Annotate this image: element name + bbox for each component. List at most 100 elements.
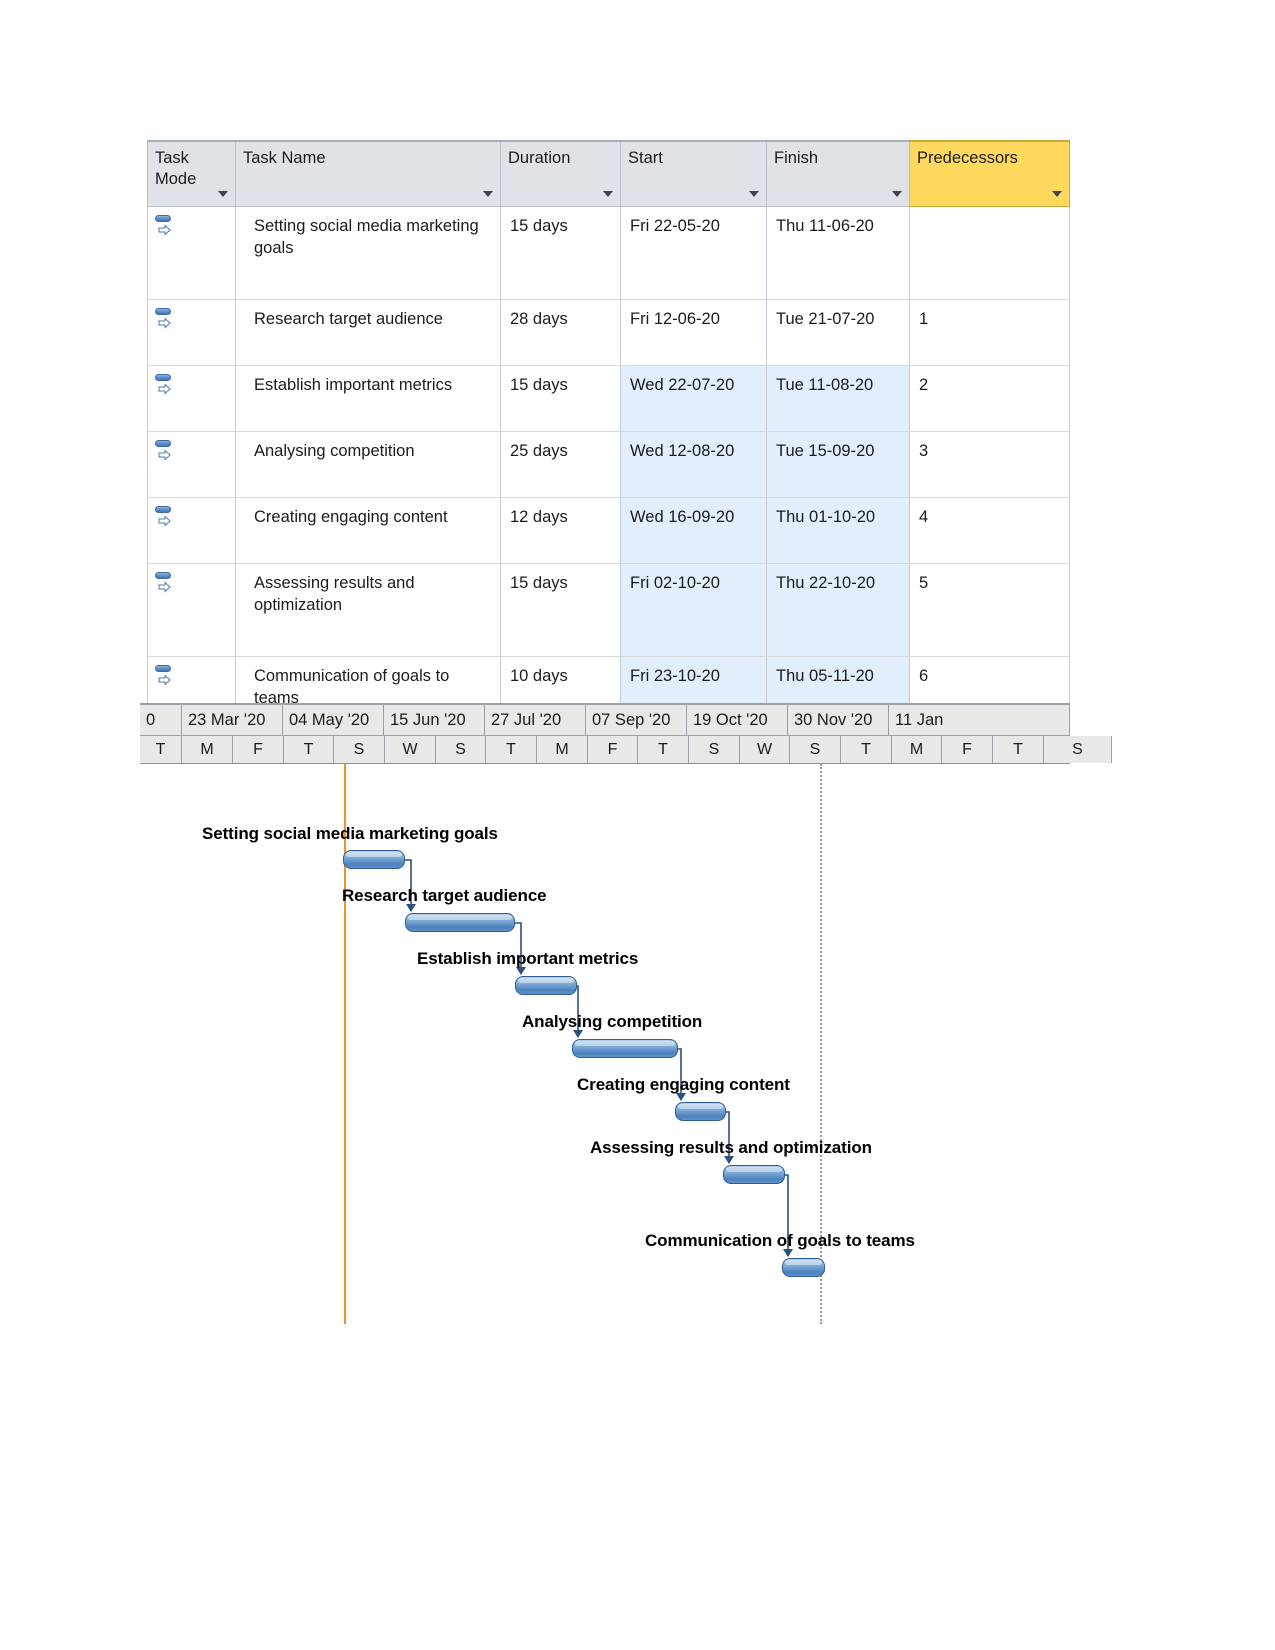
cell-task-mode[interactable] bbox=[147, 431, 236, 498]
gantt-bar-label: Assessing results and optimization bbox=[590, 1138, 872, 1157]
cell-task-name[interactable]: Setting social media marketing goals bbox=[235, 206, 501, 300]
cell-task-mode[interactable] bbox=[147, 497, 236, 564]
timeline-day-cell: S bbox=[1044, 736, 1112, 763]
timeline-week-cell: 30 Nov '20 bbox=[788, 705, 889, 735]
table-row[interactable]: Analysing competition 25 days Wed 12-08-20… bbox=[147, 431, 1070, 498]
gantt-bar-label: Creating engaging content bbox=[577, 1075, 790, 1094]
cell-finish[interactable]: Thu 11-06-20 bbox=[766, 206, 910, 300]
filter-arrow-icon-start[interactable] bbox=[749, 191, 759, 197]
column-header-predecessors[interactable]: Predecessors bbox=[909, 140, 1070, 207]
timeline-week-cell: 04 May '20 bbox=[283, 705, 384, 735]
cell-predecessors[interactable]: 5 bbox=[909, 563, 1070, 657]
cell-predecessors[interactable]: 3 bbox=[909, 431, 1070, 498]
gantt-bar[interactable] bbox=[343, 850, 405, 869]
cell-start[interactable]: Wed 16-09-20 bbox=[620, 497, 767, 564]
column-header-duration[interactable]: Duration bbox=[500, 140, 621, 207]
auto-schedule-icon bbox=[154, 373, 176, 399]
today-marker-line bbox=[344, 764, 346, 1324]
gantt-bar[interactable] bbox=[405, 913, 515, 932]
cell-finish[interactable]: Tue 11-08-20 bbox=[766, 365, 910, 432]
gantt-bar[interactable] bbox=[675, 1102, 726, 1121]
cell-duration[interactable]: 25 days bbox=[500, 431, 621, 498]
auto-schedule-icon bbox=[154, 505, 176, 531]
column-header-finish-label: Finish bbox=[774, 149, 819, 167]
table-row[interactable]: Assessing results and optimization 15 day… bbox=[147, 563, 1070, 657]
cell-start[interactable]: Fri 02-10-20 bbox=[620, 563, 767, 657]
timeline-day-cell: M bbox=[182, 736, 233, 763]
cell-task-name[interactable]: Research target audience bbox=[235, 299, 501, 366]
cell-predecessors[interactable]: 4 bbox=[909, 497, 1070, 564]
gantt-bar-label: Research target audience bbox=[342, 886, 547, 905]
column-header-finish[interactable]: Finish bbox=[766, 140, 910, 207]
column-header-task-mode[interactable]: Task Mode bbox=[147, 140, 236, 207]
gantt-bar-label: Communication of goals to teams bbox=[645, 1231, 915, 1250]
timeline-day-cell: T bbox=[486, 736, 537, 763]
timeline-day-cell: S bbox=[334, 736, 385, 763]
table-header-row: Task Mode Task Name Duration Start Finis… bbox=[147, 140, 1070, 207]
filter-arrow-icon-finish[interactable] bbox=[892, 191, 902, 197]
filter-arrow-icon-duration[interactable] bbox=[603, 191, 613, 197]
cell-duration[interactable]: 12 days bbox=[500, 497, 621, 564]
gantt-bar-area: Setting social media marketing goals Rese… bbox=[140, 764, 1070, 1324]
cell-task-name[interactable]: Creating engaging content bbox=[235, 497, 501, 564]
cell-duration[interactable]: 15 days bbox=[500, 365, 621, 432]
cell-start[interactable]: Wed 12-08-20 bbox=[620, 431, 767, 498]
cell-start[interactable]: Wed 22-07-20 bbox=[620, 365, 767, 432]
cell-task-name[interactable]: Assessing results and optimization bbox=[235, 563, 501, 657]
timeline-day-cell: T bbox=[140, 736, 182, 763]
gantt-bar[interactable] bbox=[515, 976, 577, 995]
column-header-duration-label: Duration bbox=[508, 149, 571, 167]
table-row[interactable]: Research target audience 28 days Fri 12-06… bbox=[147, 299, 1070, 366]
cell-task-mode[interactable] bbox=[147, 365, 236, 432]
cell-finish[interactable]: Tue 15-09-20 bbox=[766, 431, 910, 498]
table-row[interactable]: Creating engaging content 12 days Wed 16-0… bbox=[147, 497, 1070, 564]
timeline-week-row: 0 23 Mar '20 04 May '20 15 Jun '20 27 Jul '2… bbox=[140, 705, 1070, 735]
cell-task-name[interactable]: Establish important metrics bbox=[235, 365, 501, 432]
timeline-day-cell: M bbox=[537, 736, 588, 763]
cell-task-mode[interactable] bbox=[147, 563, 236, 657]
timeline-day-cell: T bbox=[638, 736, 689, 763]
cell-predecessors[interactable] bbox=[909, 206, 1070, 300]
timeline-week-cell: 27 Jul '20 bbox=[485, 705, 586, 735]
filter-arrow-icon-task-name[interactable] bbox=[483, 191, 493, 197]
task-grid-panel: Task Mode Task Name Duration Start Finis… bbox=[147, 140, 1070, 750]
auto-schedule-icon bbox=[154, 307, 176, 333]
cell-finish[interactable]: Tue 21-07-20 bbox=[766, 299, 910, 366]
cell-start[interactable]: Fri 12-06-20 bbox=[620, 299, 767, 366]
cell-task-mode[interactable] bbox=[147, 299, 236, 366]
timeline-week-cell: 23 Mar '20 bbox=[182, 705, 283, 735]
timeline-day-cell: T bbox=[993, 736, 1044, 763]
gantt-bar[interactable] bbox=[782, 1258, 825, 1277]
timeline-day-cell: S bbox=[689, 736, 740, 763]
cell-task-mode[interactable] bbox=[147, 206, 236, 300]
table-row[interactable]: Establish important metrics 15 days Wed 22… bbox=[147, 365, 1070, 432]
cell-duration[interactable]: 28 days bbox=[500, 299, 621, 366]
cell-finish[interactable]: Thu 01-10-20 bbox=[766, 497, 910, 564]
timeline-week-cell: 07 Sep '20 bbox=[586, 705, 687, 735]
filter-arrow-icon-predecessors[interactable] bbox=[1052, 191, 1062, 197]
gantt-bar[interactable] bbox=[723, 1165, 785, 1184]
cell-finish[interactable]: Thu 22-10-20 bbox=[766, 563, 910, 657]
cell-predecessors[interactable]: 2 bbox=[909, 365, 1070, 432]
cell-task-name[interactable]: Analysing competition bbox=[235, 431, 501, 498]
gantt-bar-label: Establish important metrics bbox=[417, 949, 639, 968]
cell-duration[interactable]: 15 days bbox=[500, 206, 621, 300]
column-header-task-mode-line2: Mode bbox=[155, 169, 197, 188]
cell-start[interactable]: Fri 22-05-20 bbox=[620, 206, 767, 300]
gantt-bar-label: Analysing competition bbox=[522, 1012, 703, 1031]
gantt-bar[interactable] bbox=[572, 1039, 678, 1058]
cell-duration[interactable]: 15 days bbox=[500, 563, 621, 657]
column-header-start-label: Start bbox=[628, 149, 663, 167]
timeline-day-cell: W bbox=[385, 736, 436, 763]
column-header-start[interactable]: Start bbox=[620, 140, 767, 207]
timeline-day-cell: W bbox=[740, 736, 790, 763]
filter-arrow-icon-task-mode[interactable] bbox=[218, 191, 228, 197]
task-table: Task Mode Task Name Duration Start Finis… bbox=[147, 140, 1070, 750]
gantt-bar-label: Setting social media marketing goals bbox=[202, 824, 498, 843]
column-header-task-name[interactable]: Task Name bbox=[235, 140, 501, 207]
table-row[interactable]: Setting social media marketing goals 15 d… bbox=[147, 206, 1070, 300]
column-header-predecessors-label: Predecessors bbox=[917, 149, 1018, 167]
timeline-week-cell: 19 Oct '20 bbox=[687, 705, 788, 735]
column-header-task-name-label: Task Name bbox=[243, 149, 326, 167]
cell-predecessors[interactable]: 1 bbox=[909, 299, 1070, 366]
